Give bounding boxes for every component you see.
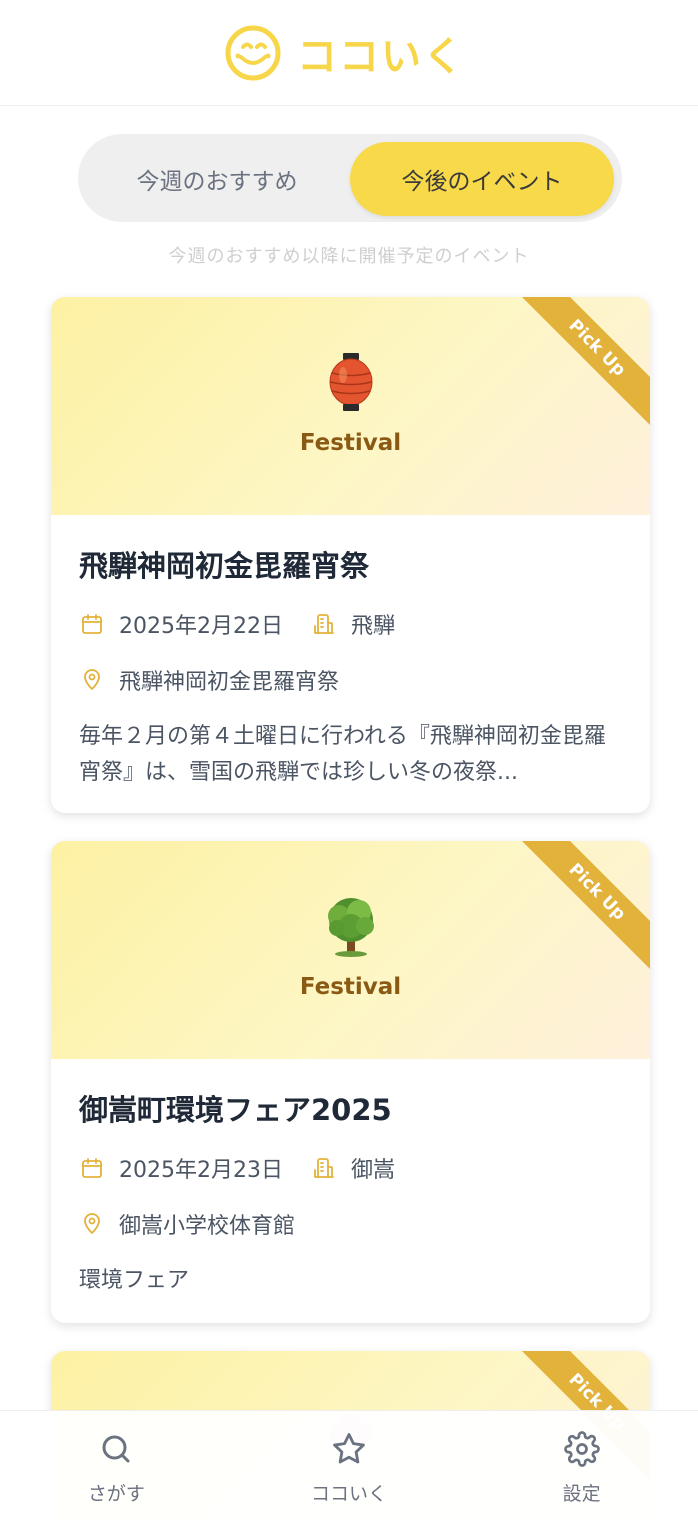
building-icon (311, 1155, 337, 1181)
event-description: 環境フェア (79, 1268, 190, 1293)
event-card[interactable]: Festival Pick Up 飛騨神岡初金毘羅宵祭 2025年2月22日 飛… (51, 297, 650, 813)
lantern-icon (51, 347, 650, 417)
event-venue-row: 飛騨神岡初金毘羅宵祭 (79, 665, 622, 695)
search-icon (96, 1429, 136, 1469)
section-subtitle: 今週のおすすめ以降に開催予定のイベント (168, 246, 530, 267)
event-date: 2025年2月23日 (119, 1158, 283, 1183)
tab-upcoming-events[interactable]: 今後のイベント (350, 142, 614, 216)
nav-kokoiku[interactable]: ココいく (233, 1411, 466, 1520)
app-logo-text: ココいく (297, 33, 465, 80)
event-card-banner: Festival Pick Up (51, 297, 650, 515)
nav-search[interactable]: さがす (0, 1411, 233, 1520)
nav-kokoiku-label: ココいく (311, 1483, 388, 1505)
building-icon (311, 611, 337, 637)
event-date-area-row: 2025年2月23日 御嵩 (79, 1153, 622, 1183)
event-area: 御嵩 (350, 1158, 395, 1183)
star-icon (329, 1429, 369, 1469)
smiley-logo-icon (225, 25, 281, 80)
event-title: 御嵩町環境フェア2025 (79, 1093, 392, 1127)
event-venue: 飛騨神岡初金毘羅宵祭 (119, 670, 340, 695)
gear-icon (562, 1429, 602, 1469)
tree-icon (51, 891, 650, 961)
event-card[interactable]: Festival Pick Up 御嵩町環境フェア2025 2025年2月23日… (51, 841, 650, 1323)
app-logo[interactable]: ココいく (223, 23, 465, 83)
event-venue: 御嵩小学校体育館 (119, 1214, 296, 1239)
tab-this-week[interactable]: 今週のおすすめ (86, 142, 348, 216)
event-period-toggle: 今週のおすすめ 今後のイベント (78, 134, 622, 222)
event-category: Festival (299, 974, 402, 1000)
event-venue-row: 御嵩小学校体育館 (79, 1209, 622, 1239)
calendar-icon (79, 1155, 105, 1181)
app-header: ココいく (0, 0, 698, 106)
nav-search-label: さがす (87, 1483, 145, 1505)
nav-settings-label: 設定 (562, 1483, 601, 1505)
event-category: Festival (299, 430, 402, 456)
event-date: 2025年2月22日 (119, 614, 283, 639)
event-card-banner: Festival Pick Up (51, 841, 650, 1059)
bottom-navigation: さがす ココいく 設定 (0, 1410, 698, 1520)
event-date-area-row: 2025年2月22日 飛騨 (79, 609, 622, 639)
map-pin-icon (79, 1211, 105, 1237)
nav-settings[interactable]: 設定 (465, 1411, 698, 1520)
event-description: 毎年２月の第４土曜日に行われる『飛騨神岡初金毘羅宵祭』は、雪国の飛騨では珍しい冬… (79, 724, 606, 785)
calendar-icon (79, 611, 105, 637)
map-pin-icon (79, 667, 105, 693)
event-area: 飛騨 (350, 614, 395, 639)
event-title: 飛騨神岡初金毘羅宵祭 (79, 549, 370, 583)
